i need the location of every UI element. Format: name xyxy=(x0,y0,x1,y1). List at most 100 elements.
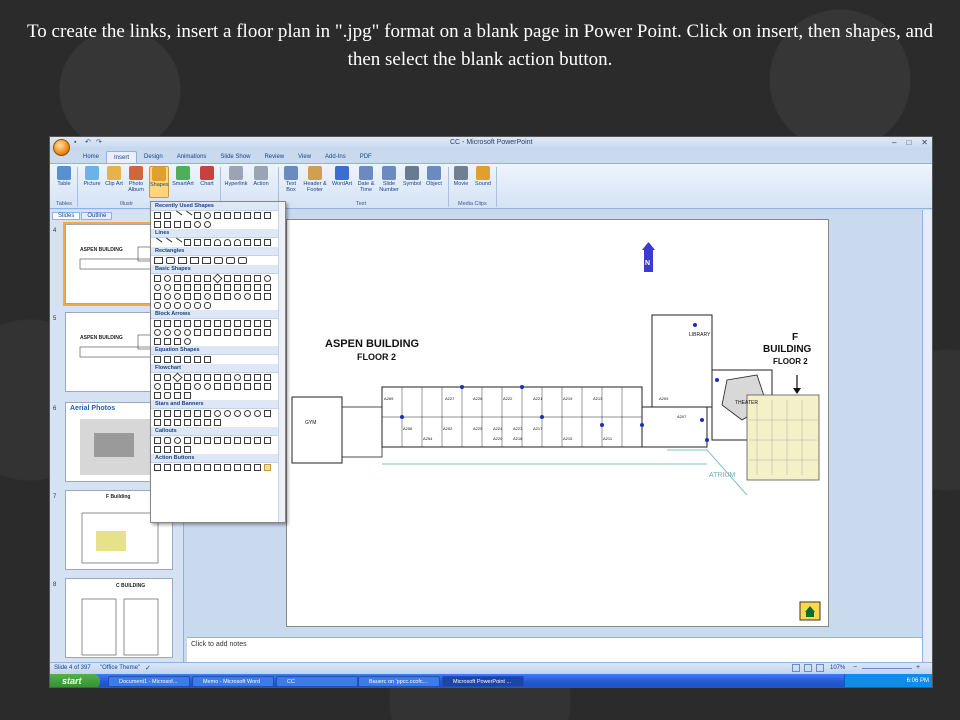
ribbon-banner-icon[interactable] xyxy=(174,419,181,426)
heptagon-shape-icon[interactable] xyxy=(244,275,251,282)
plaque-shape-icon[interactable] xyxy=(244,284,251,291)
or-shape-icon[interactable] xyxy=(204,383,211,390)
hexagon-shape-icon[interactable] xyxy=(234,275,241,282)
cloud-callout-icon[interactable] xyxy=(184,437,191,444)
arc-shape-icon[interactable] xyxy=(264,293,271,300)
sequential-access-icon[interactable] xyxy=(154,392,161,399)
tab-view[interactable]: View xyxy=(291,151,318,163)
elbow-arrow-icon[interactable] xyxy=(194,239,201,246)
star-icon[interactable] xyxy=(244,410,251,417)
line-callout-icon[interactable] xyxy=(204,437,211,444)
help-action-button-icon[interactable] xyxy=(254,464,261,471)
dodecagon-shape-icon[interactable] xyxy=(154,284,161,291)
rectangular-callout-icon[interactable] xyxy=(154,437,161,444)
round-rectangle-icon[interactable] xyxy=(226,257,235,264)
trapezoid-icon[interactable] xyxy=(204,275,211,282)
line-callout-icon[interactable] xyxy=(164,446,171,453)
start-button[interactable]: start xyxy=(50,674,100,687)
line-callout-icon[interactable] xyxy=(264,437,271,444)
card-shape-icon[interactable] xyxy=(174,383,181,390)
oval-callout-icon[interactable] xyxy=(174,437,181,444)
slide-show-icon[interactable] xyxy=(816,664,824,672)
line-callout-icon[interactable] xyxy=(194,437,201,444)
forward-action-button-icon[interactable] xyxy=(164,464,171,471)
process-shape-icon[interactable] xyxy=(154,374,161,381)
quad-arrow-icon[interactable] xyxy=(214,320,221,327)
tab-home[interactable]: Home xyxy=(76,151,106,163)
multidocument-icon[interactable] xyxy=(224,374,231,381)
clip-art-button[interactable]: Clip Art xyxy=(105,166,123,187)
double-bracket-icon[interactable] xyxy=(154,302,161,309)
rounded-rectangle-icon[interactable] xyxy=(166,257,175,264)
double-brace-icon[interactable] xyxy=(164,302,171,309)
document-action-button-icon[interactable] xyxy=(234,464,241,471)
tab-insert[interactable]: Insert xyxy=(106,151,138,163)
up-down-arrow-icon[interactable] xyxy=(204,320,211,327)
decision-shape-icon[interactable] xyxy=(172,372,183,383)
left-arrow-icon[interactable] xyxy=(164,320,171,327)
rectangle-shape-icon[interactable] xyxy=(154,257,163,264)
plus-shape-icon[interactable] xyxy=(154,356,161,363)
home-action-button-icon[interactable] xyxy=(194,464,201,471)
merge-shape-icon[interactable] xyxy=(244,383,251,390)
direct-access-icon[interactable] xyxy=(174,392,181,399)
beginning-action-button-icon[interactable] xyxy=(174,464,181,471)
star-icon[interactable] xyxy=(224,410,231,417)
explosion-icon[interactable] xyxy=(164,410,171,417)
line-shape-icon[interactable] xyxy=(172,210,183,221)
tab-pdf[interactable]: PDF xyxy=(353,151,379,163)
no-symbol-icon[interactable] xyxy=(174,293,181,300)
bent-arrow-icon[interactable] xyxy=(234,320,241,327)
off-page-connector-icon[interactable] xyxy=(164,383,171,390)
right-brace-icon[interactable] xyxy=(204,302,211,309)
right-triangle-icon[interactable] xyxy=(184,275,191,282)
undo-icon[interactable]: ↶ xyxy=(85,139,93,147)
diagonal-stripe-icon[interactable] xyxy=(224,284,231,291)
preparation-shape-icon[interactable] xyxy=(244,374,251,381)
right-callout-arrow-icon[interactable] xyxy=(234,329,241,336)
curve-shape-icon[interactable] xyxy=(164,221,171,228)
back-action-button-icon[interactable] xyxy=(154,464,161,471)
chevron-shape-icon[interactable] xyxy=(224,329,231,336)
curved-up-arrow-icon[interactable] xyxy=(174,329,181,336)
notched-arrow-icon[interactable] xyxy=(204,329,211,336)
oval-shape-icon[interactable] xyxy=(164,275,171,282)
u-turn-arrow-icon[interactable] xyxy=(244,320,251,327)
pie-shape-icon[interactable] xyxy=(164,284,171,291)
scribble-shape-icon[interactable] xyxy=(184,221,191,228)
scribble-shape-icon[interactable] xyxy=(264,239,271,246)
sound-action-button-icon[interactable] xyxy=(244,464,251,471)
zoom-out-icon[interactable]: − xyxy=(853,664,857,671)
line-callout-icon[interactable] xyxy=(254,437,261,444)
line-callout-icon[interactable] xyxy=(214,437,221,444)
rectangle-shape-icon[interactable] xyxy=(214,212,221,219)
shapes-button[interactable]: Shapes xyxy=(149,166,169,198)
photo-album-button[interactable]: Photo Album xyxy=(125,166,147,193)
block-arc-icon[interactable] xyxy=(184,293,191,300)
chart-button[interactable]: Chart xyxy=(198,166,216,187)
tab-slide-show[interactable]: Slide Show xyxy=(213,151,257,163)
snip-rectangle-icon[interactable] xyxy=(190,257,199,264)
striped-arrow-icon[interactable] xyxy=(194,329,201,336)
table-button[interactable]: Table xyxy=(54,166,74,187)
line-callout-icon[interactable] xyxy=(244,437,251,444)
vertical-scrollbar[interactable] xyxy=(922,210,932,662)
right-arrow-icon[interactable] xyxy=(264,212,271,219)
movie-action-button-icon[interactable] xyxy=(224,464,231,471)
taskbar-item-memo[interactable]: Memo - Microsoft Word xyxy=(192,676,274,687)
tab-outline[interactable]: Outline xyxy=(81,212,113,220)
explosion-icon[interactable] xyxy=(154,410,161,417)
curved-double-arrow-icon[interactable] xyxy=(234,239,241,246)
pentagon-shape-icon[interactable] xyxy=(154,221,161,228)
star-icon[interactable] xyxy=(234,410,241,417)
textbox-shape-icon[interactable] xyxy=(164,212,171,219)
tab-slides[interactable]: Slides xyxy=(52,212,81,220)
terminator-shape-icon[interactable] xyxy=(234,374,241,381)
cloud-shape-icon[interactable] xyxy=(254,293,261,300)
slide-number-button[interactable]: Slide Number xyxy=(378,166,400,193)
decagon-shape-icon[interactable] xyxy=(264,275,271,282)
curved-down-arrow-icon[interactable] xyxy=(184,329,191,336)
octagon-shape-icon[interactable] xyxy=(254,275,261,282)
close-icon[interactable]: ✕ xyxy=(921,138,928,147)
smartart-button[interactable]: SmartArt xyxy=(171,166,195,187)
